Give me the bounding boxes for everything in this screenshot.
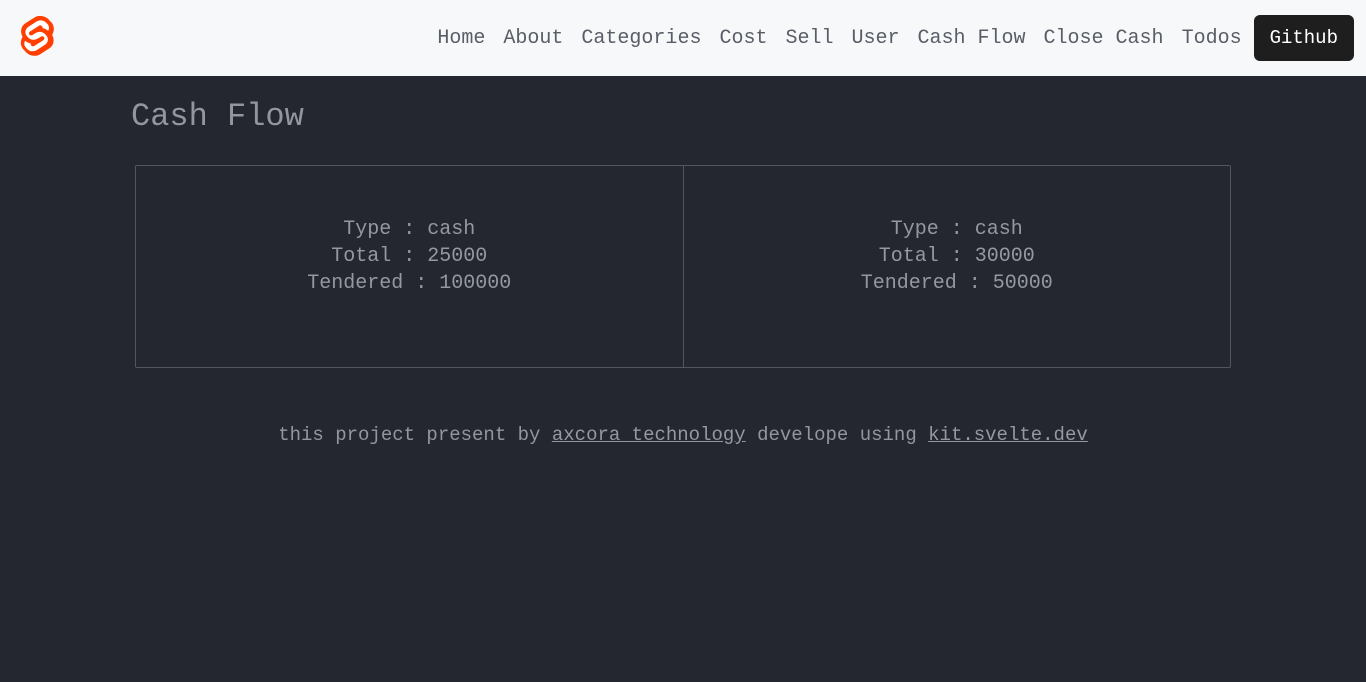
footer: this project present by axcora technolog… bbox=[0, 424, 1366, 446]
value-type: cash bbox=[975, 218, 1023, 241]
svelte-icon bbox=[19, 15, 55, 62]
nav-about[interactable]: About bbox=[503, 27, 563, 50]
logo[interactable] bbox=[19, 15, 55, 62]
nav-cash-flow[interactable]: Cash Flow bbox=[918, 27, 1026, 50]
github-button[interactable]: Github bbox=[1254, 15, 1354, 61]
main-nav: Home About Categories Cost Sell User Cas… bbox=[437, 15, 1354, 61]
nav-sell[interactable]: Sell bbox=[785, 27, 833, 50]
footer-text-mid: develope using bbox=[746, 424, 928, 446]
value-tendered: 100000 bbox=[439, 272, 511, 295]
label-tendered: Tendered : bbox=[307, 272, 427, 295]
label-tendered: Tendered : bbox=[861, 272, 981, 295]
card-total-row: Total : 30000 bbox=[704, 243, 1211, 270]
nav-user[interactable]: User bbox=[851, 27, 899, 50]
nav-cost[interactable]: Cost bbox=[719, 27, 767, 50]
label-total: Total : bbox=[879, 245, 963, 268]
card-type-row: Type : cash bbox=[704, 216, 1211, 243]
footer-link-svelte[interactable]: kit.svelte.dev bbox=[928, 424, 1088, 446]
card-type-row: Type : cash bbox=[156, 216, 663, 243]
footer-text-prefix: this project present by bbox=[278, 424, 552, 446]
nav-categories[interactable]: Categories bbox=[581, 27, 701, 50]
cash-card: Type : cash Total : 25000 Tendered : 100… bbox=[136, 166, 684, 367]
cash-flow-cards: Type : cash Total : 25000 Tendered : 100… bbox=[135, 165, 1231, 368]
label-total: Total : bbox=[331, 245, 415, 268]
label-type: Type : bbox=[891, 218, 963, 241]
nav-todos[interactable]: Todos bbox=[1182, 27, 1242, 50]
value-total: 25000 bbox=[427, 245, 487, 268]
main-content: Cash Flow Type : cash Total : 25000 Tend… bbox=[0, 76, 1366, 446]
card-tendered-row: Tendered : 50000 bbox=[704, 270, 1211, 297]
nav-home[interactable]: Home bbox=[437, 27, 485, 50]
value-tendered: 50000 bbox=[993, 272, 1053, 295]
card-total-row: Total : 25000 bbox=[156, 243, 663, 270]
page-title: Cash Flow bbox=[131, 98, 1366, 135]
cash-card: Type : cash Total : 30000 Tendered : 500… bbox=[684, 166, 1231, 367]
value-type: cash bbox=[427, 218, 475, 241]
footer-link-axcora[interactable]: axcora technology bbox=[552, 424, 746, 446]
value-total: 30000 bbox=[975, 245, 1035, 268]
nav-close-cash[interactable]: Close Cash bbox=[1044, 27, 1164, 50]
label-type: Type : bbox=[343, 218, 415, 241]
header: Home About Categories Cost Sell User Cas… bbox=[0, 0, 1366, 76]
card-tendered-row: Tendered : 100000 bbox=[156, 270, 663, 297]
